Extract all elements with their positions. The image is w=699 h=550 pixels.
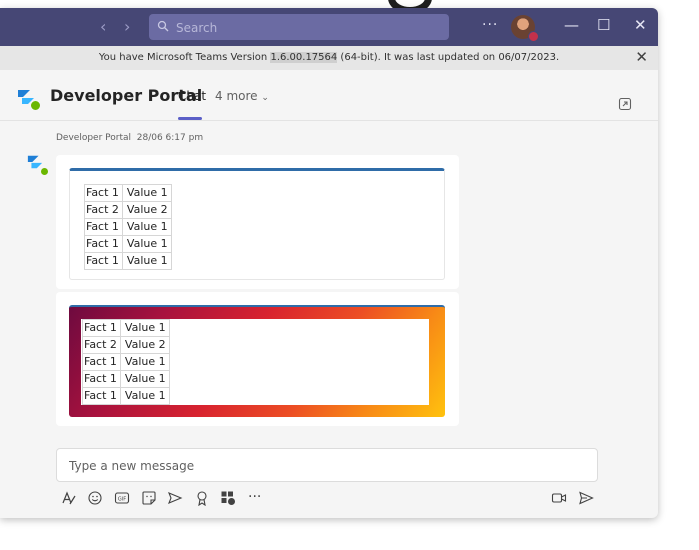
popout-icon[interactable] (618, 97, 632, 111)
search-box[interactable] (149, 14, 449, 42)
bot-presence-badge (40, 167, 49, 176)
fact-title: Fact 1 (82, 370, 121, 388)
fact-title: Fact 2 (82, 336, 121, 354)
fact-title: Fact 1 (84, 218, 123, 236)
fact-value: Value 1 (121, 218, 172, 236)
video-clip-icon[interactable] (551, 490, 567, 506)
title-bar: ‹ › ··· — ☐ ✕ (0, 8, 658, 46)
praise-icon[interactable] (194, 490, 210, 507)
fact-title: Fact 1 (82, 353, 121, 371)
table-row: Fact 2 Value 2 (84, 201, 172, 219)
fact-title: Fact 2 (84, 201, 123, 219)
chat-header: Developer Portal Chat 4 more ⌄ (0, 70, 658, 121)
banner-text-prefix: You have Microsoft Teams Version (98, 52, 271, 63)
adaptive-card-background-image: Fact 1 Value 1 Fact 2 Value 2 Fact 1 Value … (69, 305, 445, 417)
more-options-icon[interactable]: ··· (482, 17, 498, 33)
tab-more[interactable]: 4 more ⌄ (215, 89, 269, 103)
message-bubble: Fact 1 Value 1 Fact 2 Value 2 Fact 1 Value … (56, 292, 459, 426)
banner-text-suffix: (64-bit). It was last updated on 06/07/2… (337, 52, 560, 63)
fact-title: Fact 1 (84, 235, 123, 253)
adaptive-card: Fact 1 Value 1 Fact 2 Value 2 Fact 1 Value … (69, 168, 445, 280)
fact-title: Fact 1 (84, 252, 123, 270)
fact-title: Fact 1 (82, 319, 121, 337)
teams-window: ‹ › ··· — ☐ ✕ You have Microsoft Teams V… (0, 8, 658, 518)
update-banner: You have Microsoft Teams Version 1.6.00.… (0, 46, 658, 70)
message-meta: Developer Portal 28/06 6:17 pm (56, 133, 203, 143)
fact-value: Value 1 (119, 370, 170, 388)
search-input[interactable] (174, 14, 438, 42)
minimize-icon[interactable]: — (564, 16, 579, 34)
fact-title: Fact 1 (84, 184, 123, 202)
search-icon (157, 20, 169, 32)
card-content-panel: Fact 1 Value 1 Fact 2 Value 2 Fact 1 Value … (81, 319, 429, 405)
table-row: Fact 1 Value 1 (82, 387, 170, 405)
sticker-icon[interactable] (141, 490, 157, 506)
table-row: Fact 1 Value 1 (82, 319, 170, 337)
fact-value: Value 2 (121, 201, 172, 219)
message-sender: Developer Portal (56, 133, 132, 143)
maximize-icon[interactable]: ☐ (597, 16, 610, 34)
forward-arrow-icon[interactable]: › (124, 17, 130, 36)
banner-version: 1.6.00.17564 (270, 52, 338, 63)
fact-title: Fact 1 (82, 387, 121, 405)
emoji-icon[interactable] (87, 490, 103, 506)
table-row: Fact 1 Value 1 (82, 353, 170, 371)
active-tab-indicator (178, 117, 202, 120)
more-actions-icon[interactable]: ··· (248, 490, 264, 506)
presence-available-badge (30, 100, 41, 111)
table-row: Fact 1 Value 1 (84, 184, 172, 202)
format-icon[interactable] (61, 490, 77, 506)
fact-set: Fact 1 Value 1 Fact 2 Value 2 Fact 1 Value … (82, 319, 170, 405)
fact-value: Value 1 (121, 252, 172, 270)
fact-value: Value 1 (121, 184, 172, 202)
message-time: 28/06 6:17 pm (136, 133, 204, 143)
fact-value: Value 1 (119, 387, 170, 405)
app-actions-icon[interactable] (220, 490, 236, 506)
send-icon[interactable] (578, 490, 594, 506)
close-window-icon[interactable]: ✕ (634, 16, 647, 34)
message-input[interactable] (67, 449, 591, 483)
svg-text:GIF: GIF (118, 497, 126, 503)
table-row: Fact 2 Value 2 (82, 336, 170, 354)
back-arrow-icon[interactable]: ‹ (100, 17, 106, 36)
presence-busy-badge (528, 31, 539, 42)
fact-value: Value 1 (119, 319, 170, 337)
fact-value: Value 2 (119, 336, 170, 354)
chevron-down-icon: ⌄ (261, 93, 269, 103)
tab-more-label: 4 more (215, 89, 258, 103)
fact-set: Fact 1 Value 1 Fact 2 Value 2 Fact 1 Value … (84, 184, 172, 270)
table-row: Fact 1 Value 1 (84, 235, 172, 253)
compose-box[interactable] (56, 448, 598, 483)
tab-chat[interactable]: Chat (178, 89, 206, 103)
table-row: Fact 1 Value 1 (84, 218, 172, 236)
table-row: Fact 1 Value 1 (82, 370, 170, 388)
gif-icon[interactable]: GIF (114, 490, 130, 506)
banner-close-icon[interactable]: ✕ (635, 46, 648, 68)
message-bubble: Fact 1 Value 1 Fact 2 Value 2 Fact 1 Value … (56, 155, 459, 289)
fact-value: Value 1 (119, 353, 170, 371)
table-row: Fact 1 Value 1 (84, 252, 172, 270)
fact-value: Value 1 (121, 235, 172, 253)
schedule-meeting-icon[interactable] (167, 490, 183, 506)
